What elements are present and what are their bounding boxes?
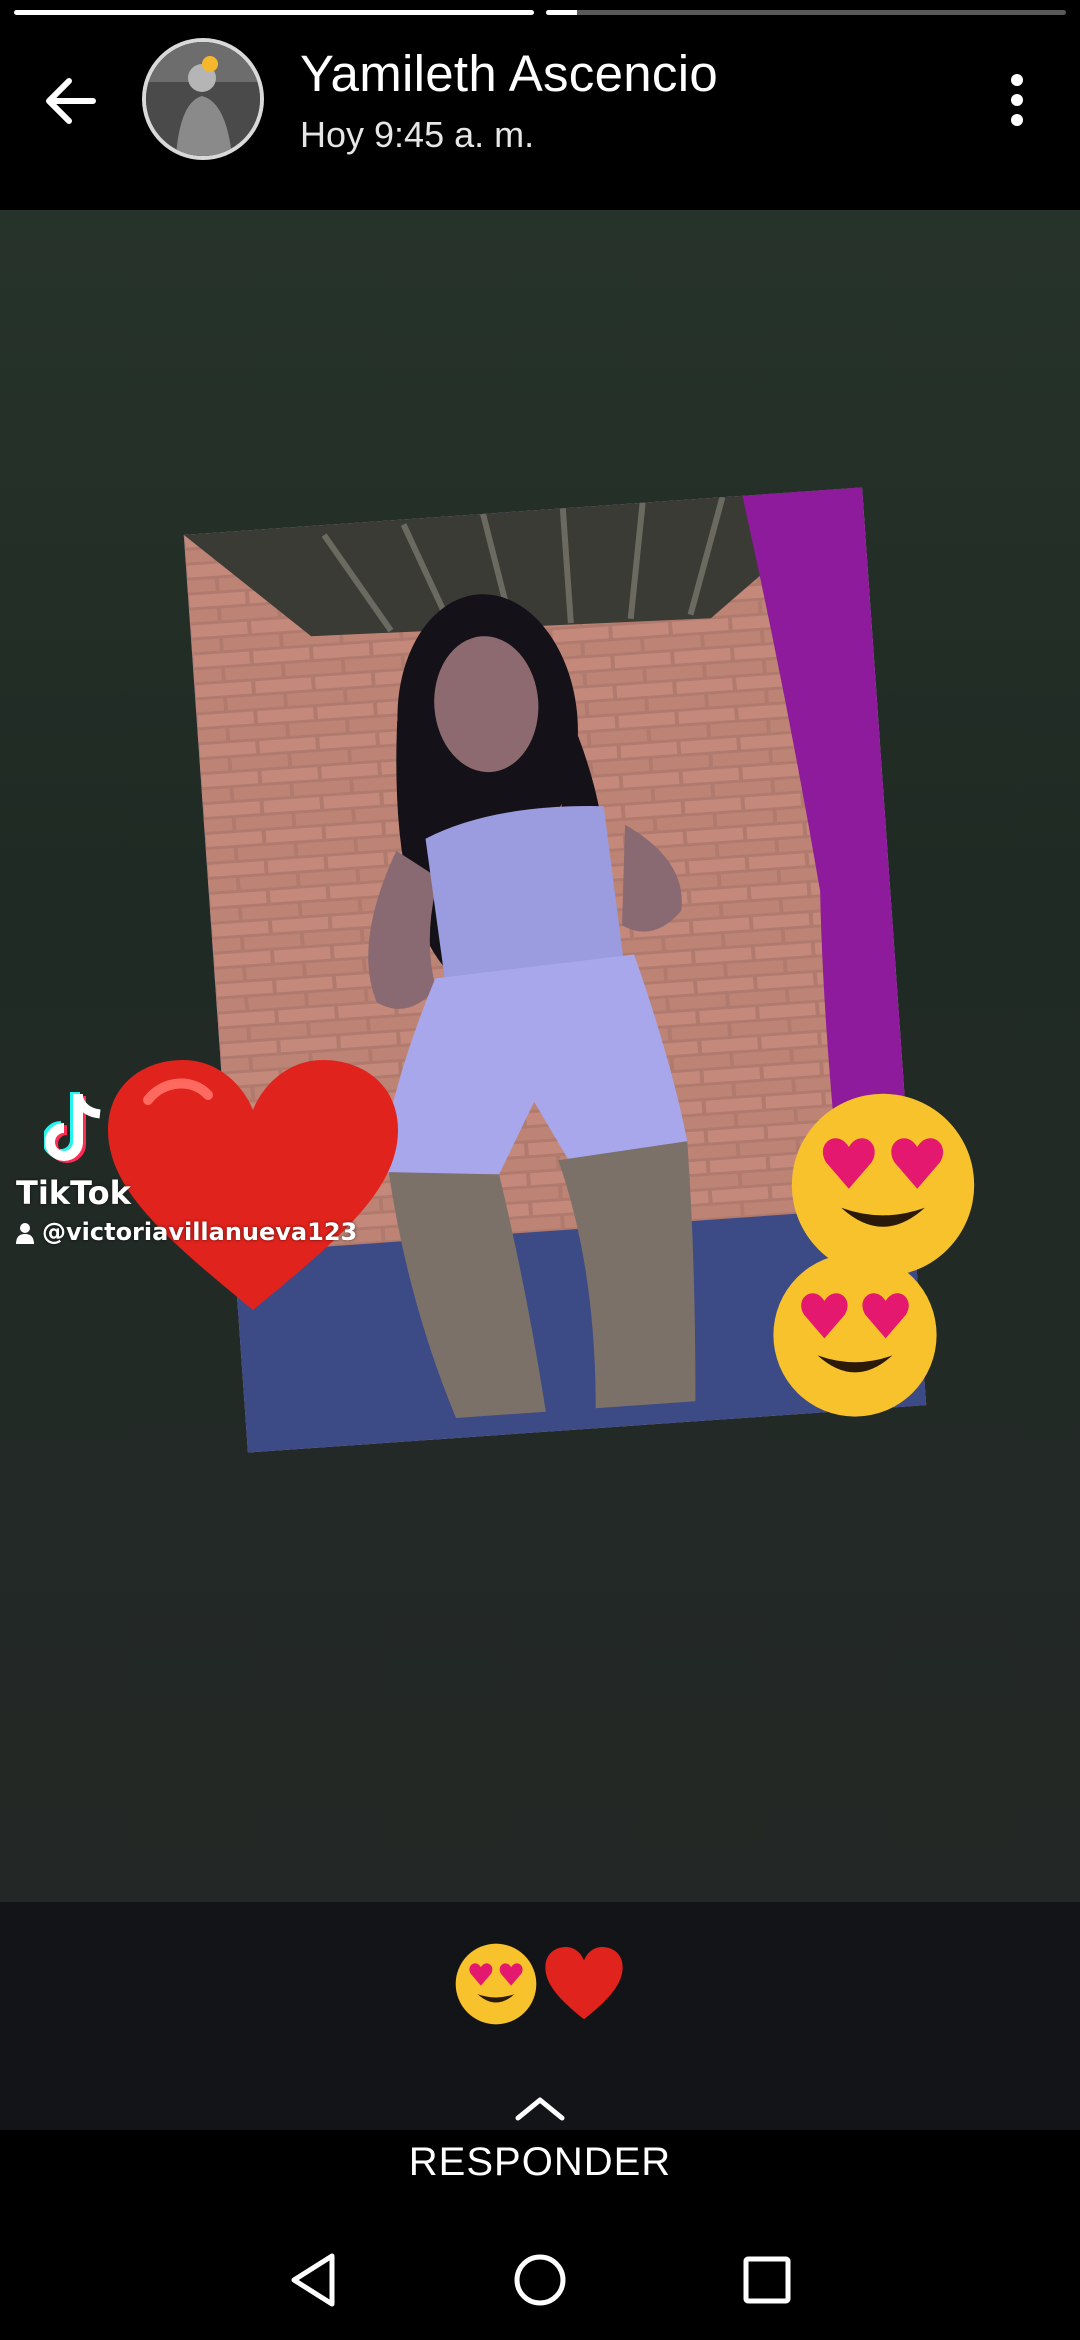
- red-heart-emoji-icon[interactable]: [542, 1942, 626, 2026]
- chevron-up-icon[interactable]: [512, 2094, 568, 2122]
- story-progress-segment-2: [546, 10, 1066, 15]
- story-viewer-screen: Yamileth Ascencio Hoy 9:45 a. m. TikTok …: [0, 0, 1080, 2340]
- tiktok-brand-text: TikTok: [16, 1174, 131, 1212]
- avatar-photo: [146, 42, 260, 156]
- tiktok-username-text: @victoriavillanueva123: [42, 1218, 358, 1246]
- square-recents-icon: [743, 2256, 791, 2304]
- tiktok-username: @victoriavillanueva123: [16, 1218, 357, 1246]
- story-timestamp: Hoy 9:45 a. m.: [300, 114, 535, 155]
- person-icon: [16, 1223, 34, 1244]
- back-button[interactable]: [28, 58, 114, 144]
- story-progress-segment-1: [14, 10, 534, 15]
- more-vertical-icon: [1011, 74, 1023, 126]
- red-heart-sticker: [108, 1060, 398, 1310]
- nav-recents-button[interactable]: [722, 2235, 812, 2325]
- arrow-left-icon: [46, 78, 96, 124]
- reply-area: [0, 1902, 1080, 2130]
- story-content[interactable]: TikTok @victoriavillanueva123: [0, 210, 1080, 1902]
- system-navigation-bar: [0, 2220, 1080, 2340]
- quick-reactions: [0, 1942, 1080, 2026]
- story-header: Yamileth Ascencio Hoy 9:45 a. m.: [0, 0, 1080, 210]
- nav-back-button[interactable]: [268, 2235, 358, 2325]
- tiktok-logo-icon: [44, 1092, 101, 1163]
- author-name[interactable]: Yamileth Ascencio: [300, 44, 718, 103]
- story-menu-button[interactable]: [982, 60, 1052, 140]
- circle-home-icon: [514, 2254, 566, 2306]
- nav-home-button[interactable]: [495, 2235, 585, 2325]
- author-avatar[interactable]: [142, 38, 264, 160]
- triangle-back-icon: [291, 2253, 335, 2307]
- reply-button[interactable]: RESPONDER: [0, 2140, 1080, 2185]
- heart-eyes-emoji-sticker: [773, 1253, 937, 1417]
- story-progress-bars: [14, 10, 1066, 15]
- heart-eyes-emoji-icon[interactable]: [454, 1942, 538, 2026]
